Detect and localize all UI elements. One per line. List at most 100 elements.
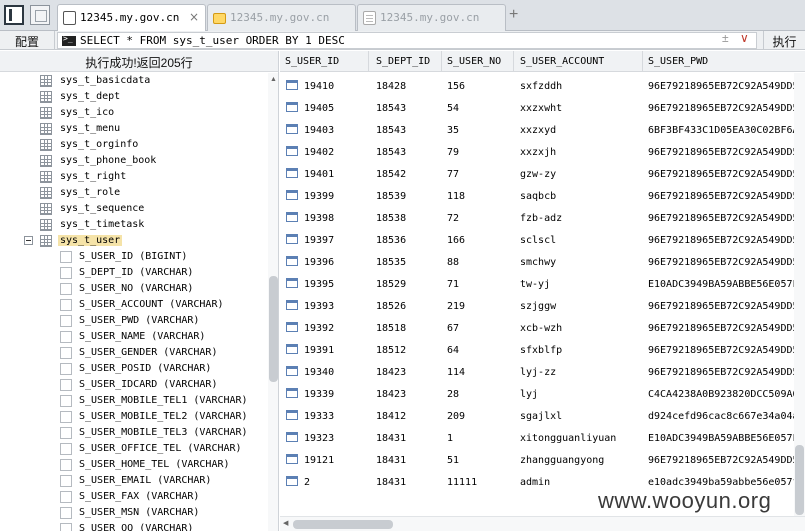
tree-column-item[interactable]: S_USER_IDCARD (VARCHAR) [0,377,268,393]
table-cell[interactable]: 79 [447,147,459,158]
table-cell[interactable]: 18431 [376,477,406,488]
tree-column-item[interactable]: S_USER_OFFICE_TEL (VARCHAR) [0,441,268,457]
table-cell[interactable]: 18428 [376,81,406,92]
table-cell[interactable]: 67 [447,323,459,334]
tree-table-item[interactable]: sys_t_ico [0,105,268,121]
tree-table-item[interactable]: sys_t_right [0,169,268,185]
table-cell[interactable]: 28 [447,389,459,400]
table-row[interactable]: 19410 18428 156 sxfzddh 96E79218965EB72C92A5… [280,75,805,97]
tree-table-item[interactable]: sys_t_menu [0,121,268,137]
tree-table-item[interactable]: sys_t_orginfo [0,137,268,153]
table-cell[interactable]: 19402 [304,147,334,158]
grid-horizontal-scrollbar[interactable]: ◀ [280,516,805,531]
table-cell[interactable]: 19398 [304,213,334,224]
table-row[interactable]: 19392 18518 67 xcb-wzh 96E79218965EB72C92A54… [280,317,805,339]
tree-column-item[interactable]: S_USER_NAME (VARCHAR) [0,329,268,345]
table-cell[interactable]: 96E79218965EB72C92A549DD5A3 [648,103,805,114]
table-cell[interactable]: 96E79218965EB72C92A549DD5A3 [648,257,805,268]
table-cell[interactable]: 19395 [304,279,334,290]
table-cell[interactable]: 96E79218965EB72C92A549DD5A3 [648,81,805,92]
table-cell[interactable]: 118 [447,191,465,202]
table-cell[interactable]: sfxblfp [520,345,562,356]
table-cell[interactable]: 19121 [304,455,334,466]
table-cell[interactable]: 35 [447,125,459,136]
table-cell[interactable]: 19339 [304,389,334,400]
tree-scrollbar[interactable]: ▲ [268,73,278,531]
table-cell[interactable]: 71 [447,279,459,290]
table-row[interactable]: 19121 18431 51 zhangguangyong 96E79218965EB7… [280,449,805,471]
chevron-down-icon[interactable]: ∨ [740,31,749,45]
table-cell[interactable]: xxzxwht [520,103,562,114]
table-cell[interactable]: 19391 [304,345,334,356]
table-row[interactable]: 19401 18542 77 gzw-zy 96E79218965EB72C92A549… [280,163,805,185]
table-cell[interactable]: lyj [520,389,538,400]
tree-column-item[interactable]: S_USER_QQ (VARCHAR) [0,521,268,531]
table-cell[interactable]: gzw-zy [520,169,556,180]
tree-table-item[interactable]: sys_t_dept [0,89,268,105]
table-cell[interactable]: 18539 [376,191,406,202]
column-header[interactable]: S_USER_ID [285,56,339,67]
table-cell[interactable]: 18536 [376,235,406,246]
tree-column-item[interactable]: S_USER_MOBILE_TEL1 (VARCHAR) [0,393,268,409]
table-cell[interactable]: 18518 [376,323,406,334]
tree-table-item[interactable]: sys_t_phone_book [0,153,268,169]
table-cell[interactable]: xcb-wzh [520,323,562,334]
tree-column-item[interactable]: S_USER_PWD (VARCHAR) [0,313,268,329]
table-cell[interactable]: 19405 [304,103,334,114]
table-cell[interactable]: 77 [447,169,459,180]
table-cell[interactable]: 19396 [304,257,334,268]
table-cell[interactable]: 18526 [376,301,406,312]
tree-table-item[interactable]: sys_t_timetask [0,217,268,233]
column-header[interactable]: S_USER_ACCOUNT [520,56,604,67]
table-cell[interactable]: 19401 [304,169,334,180]
tree-column-item[interactable]: S_USER_MOBILE_TEL3 (VARCHAR) [0,425,268,441]
table-cell[interactable]: d924cefd96cac8c667e34a04af [648,411,805,422]
tab-folder[interactable]: 12345.my.gov.cn [207,4,356,31]
table-cell[interactable]: 19340 [304,367,334,378]
tree-column-item[interactable]: S_USER_FAX (VARCHAR) [0,489,268,505]
table-cell[interactable]: 19399 [304,191,334,202]
table-cell[interactable]: 209 [447,411,465,422]
table-row[interactable]: 19397 18536 166 sclscl 96E79218965EB72C92A54… [280,229,805,251]
table-cell[interactable]: xitongguanliyuan [520,433,616,444]
table-cell[interactable]: 64 [447,345,459,356]
table-cell[interactable]: 18423 [376,367,406,378]
table-row[interactable]: 19395 18529 71 tw-yj E10ADC3949BA59ABBE56E05… [280,273,805,295]
close-icon[interactable]: × [189,10,199,24]
table-cell[interactable]: 156 [447,81,465,92]
tree-column-item[interactable]: S_USER_MOBILE_TEL2 (VARCHAR) [0,409,268,425]
column-header[interactable]: S_USER_NO [447,56,501,67]
plus-minus-icon[interactable]: ± [722,31,729,45]
table-cell[interactable]: xxzxjh [520,147,556,158]
tree-column-item[interactable]: S_USER_GENDER (VARCHAR) [0,345,268,361]
config-button[interactable]: 配置 [0,31,55,50]
tree-table-item-selected[interactable]: sys_t_user [0,233,268,249]
table-cell[interactable]: lyj-zz [520,367,556,378]
table-cell[interactable]: 18412 [376,411,406,422]
tab-document[interactable]: 12345.my.gov.cn [357,4,506,31]
collapse-icon[interactable] [24,236,33,245]
table-cell[interactable]: 19323 [304,433,334,444]
table-cell[interactable]: 6BF3BF433C1D05EA30C02BF6A5 [648,125,805,136]
tree-column-item[interactable]: S_USER_POSID (VARCHAR) [0,361,268,377]
table-cell[interactable]: szjggw [520,301,556,312]
tree-table-item[interactable]: sys_t_basicdata [0,73,268,89]
table-cell[interactable]: E10ADC3949BA59ABBE56E057F2 [648,279,805,290]
grid-vertical-scrollbar[interactable] [794,73,805,516]
table-row[interactable]: 19405 18543 54 xxzxwht 96E79218965EB72C92A54… [280,97,805,119]
table-cell[interactable]: zhangguangyong [520,455,604,466]
table-cell[interactable]: 19403 [304,125,334,136]
table-cell[interactable]: 96E79218965EB72C92A549DD5A3 [648,301,805,312]
table-cell[interactable]: 96E79218965EB72C92A549DD5A3 [648,213,805,224]
table-cell[interactable]: sclscl [520,235,556,246]
table-cell[interactable]: 1 [447,433,453,444]
table-cell[interactable]: 18512 [376,345,406,356]
table-cell[interactable]: C4CA4238A0B923820DCC509A6F7 [648,389,805,400]
table-cell[interactable]: 114 [447,367,465,378]
table-cell[interactable]: 18529 [376,279,406,290]
table-cell[interactable]: admin [520,477,550,488]
table-cell[interactable]: 72 [447,213,459,224]
table-cell[interactable]: 18538 [376,213,406,224]
scroll-up-icon[interactable]: ▲ [270,76,277,83]
table-cell[interactable]: 18535 [376,257,406,268]
